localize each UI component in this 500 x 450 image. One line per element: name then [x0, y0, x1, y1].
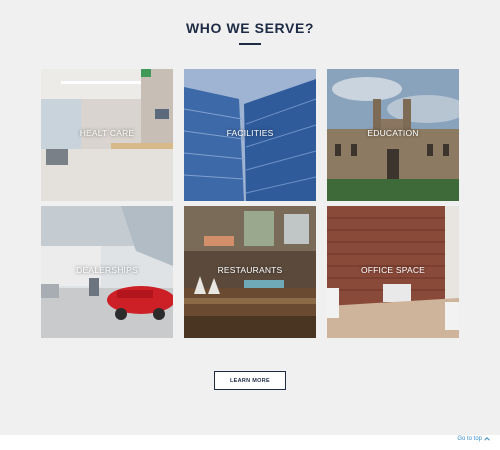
tile-label: EDUCATION	[367, 128, 419, 138]
tile-label: OFFICE SPACE	[360, 265, 426, 275]
tile-restaurants[interactable]: RESTAURANTS	[184, 206, 316, 338]
tile-label: DEALERSHIPS	[76, 265, 138, 275]
tile-label: FACILITIES	[226, 128, 274, 138]
go-to-top-link[interactable]: Go to top	[457, 436, 490, 442]
learn-more-button[interactable]: LEARN MORE	[214, 371, 286, 390]
tile-facilities[interactable]: FACILITIES	[184, 69, 316, 201]
tile-label: RESTAURANTS	[217, 265, 283, 275]
section-title: WHO WE SERVE?	[185, 20, 315, 36]
footer-bar	[0, 435, 500, 450]
go-to-top-label: Go to top	[457, 436, 482, 442]
chevron-up-icon	[484, 437, 490, 441]
tile-office-space[interactable]: OFFICE SPACE	[327, 206, 459, 338]
tile-health-care[interactable]: HEALT CARE	[41, 69, 173, 201]
title-underline	[239, 43, 261, 45]
tile-dealerships[interactable]: DEALERSHIPS	[41, 206, 173, 338]
tile-label: HEALT CARE	[79, 128, 135, 138]
tile-education[interactable]: EDUCATION	[327, 69, 459, 201]
